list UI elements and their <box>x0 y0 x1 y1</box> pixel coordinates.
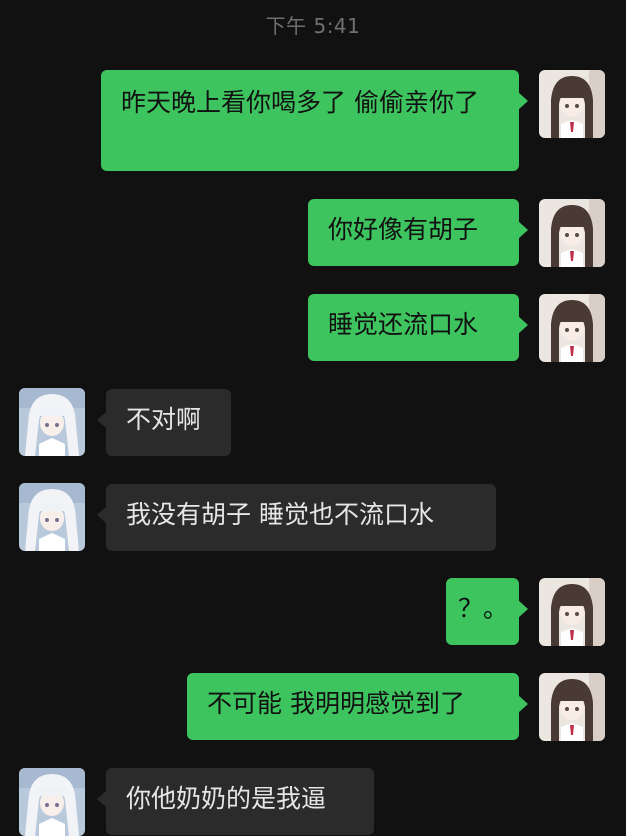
message-text: 你他奶奶的是我逼 <box>126 784 327 813</box>
self-avatar[interactable] <box>539 294 605 362</box>
message-text: 我没有胡子 睡觉也不流口水 <box>126 500 434 529</box>
message-bubble-outgoing[interactable]: 睡觉还流口水 <box>308 294 528 361</box>
contact-avatar[interactable] <box>19 388 85 456</box>
message-text: 你好像有胡子 <box>328 215 479 244</box>
contact-avatar[interactable] <box>19 768 85 836</box>
message-text: 昨天晚上看你喝多了 偷偷亲你了 <box>121 88 479 117</box>
anime-girl-dark-hair-avatar-icon <box>539 199 605 267</box>
anime-girl-dark-hair-avatar-icon <box>539 294 605 362</box>
anime-girl-dark-hair-avatar-icon <box>539 70 605 138</box>
self-avatar[interactable] <box>539 673 605 741</box>
self-avatar[interactable] <box>539 578 605 646</box>
message-text: 睡觉还流口水 <box>328 310 479 339</box>
anime-girl-white-hair-avatar-icon <box>19 483 85 551</box>
message-text: ？。 <box>458 594 509 623</box>
contact-avatar[interactable] <box>19 483 85 551</box>
message-bubble-outgoing[interactable]: 昨天晚上看你喝多了 偷偷亲你了 <box>101 70 528 171</box>
message-bubble-incoming[interactable]: 你他奶奶的是我逼 <box>97 768 374 835</box>
anime-girl-white-hair-avatar-icon <box>19 768 85 836</box>
message-bubble-incoming[interactable]: 不对啊 <box>97 389 231 456</box>
message-text: 不对啊 <box>126 405 202 434</box>
message-bubble-incoming[interactable]: 我没有胡子 睡觉也不流口水 <box>97 484 496 551</box>
anime-girl-white-hair-avatar-icon <box>19 388 85 456</box>
anime-girl-dark-hair-avatar-icon <box>539 578 605 646</box>
message-bubble-outgoing[interactable]: 不可能 我明明感觉到了 <box>187 673 528 740</box>
message-bubble-outgoing[interactable]: 你好像有胡子 <box>308 199 528 266</box>
self-avatar[interactable] <box>539 199 605 267</box>
self-avatar[interactable] <box>539 70 605 138</box>
anime-girl-dark-hair-avatar-icon <box>539 673 605 741</box>
message-bubble-outgoing[interactable]: ？。 <box>446 578 528 645</box>
chat-timestamp: 下午 5:41 <box>265 14 361 38</box>
message-text: 不可能 我明明感觉到了 <box>207 689 465 718</box>
